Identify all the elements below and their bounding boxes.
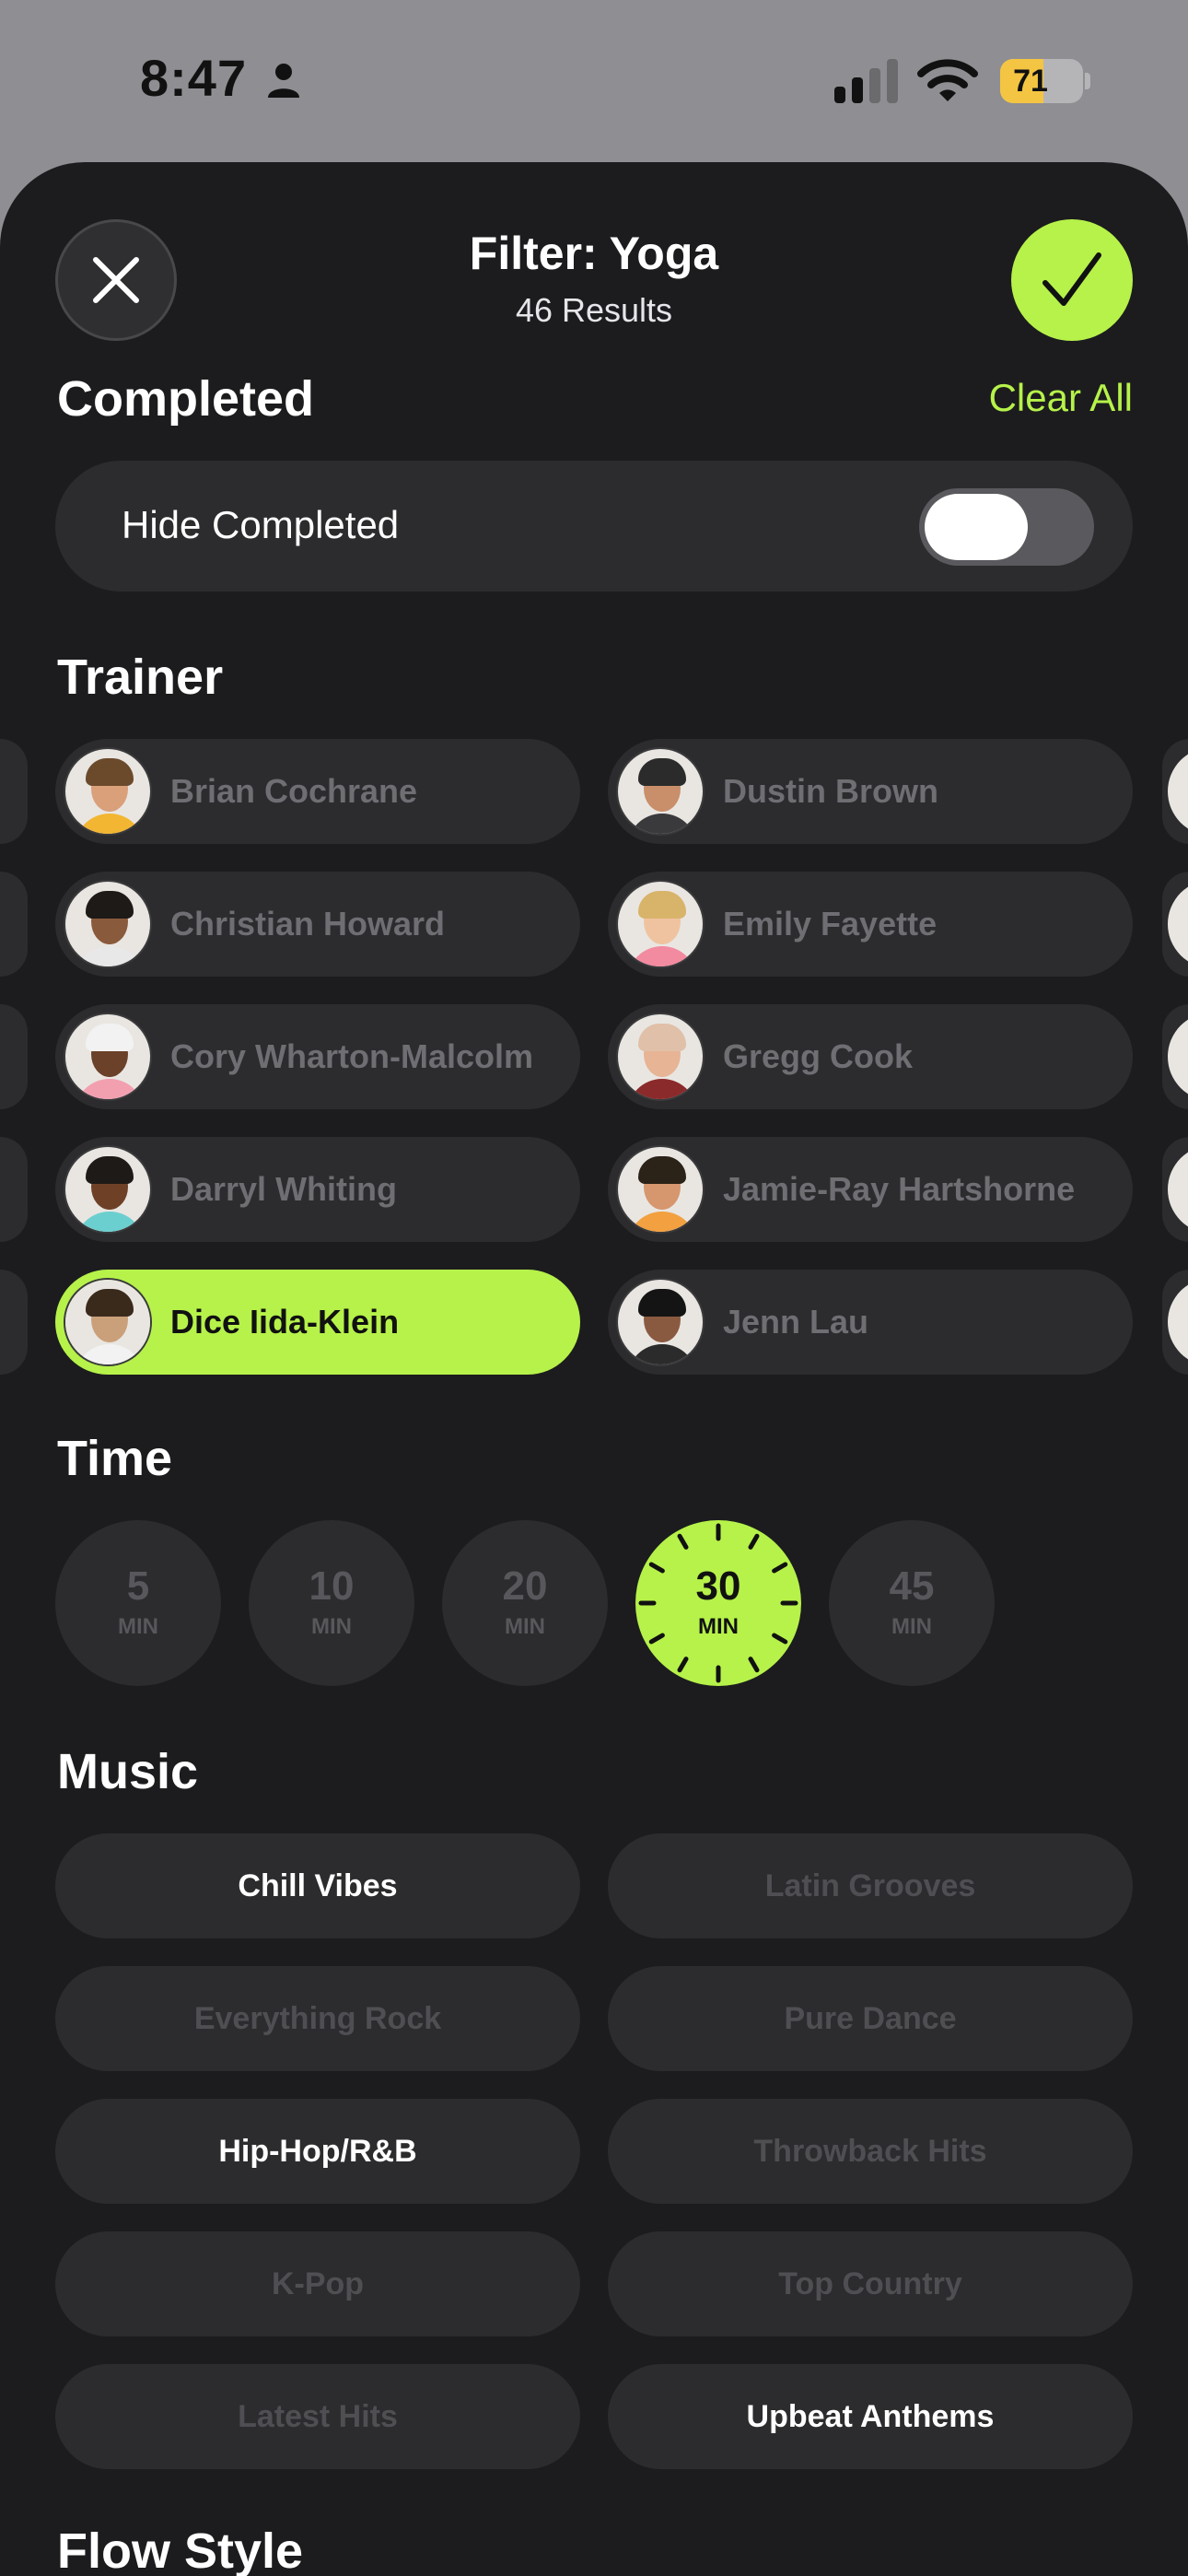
trainer-option-offscreen[interactable] — [1162, 1137, 1188, 1242]
trainer-option-offscreen[interactable] — [0, 1270, 28, 1375]
music-option[interactable]: Hip-Hop/R&B — [55, 2099, 580, 2204]
time-value: 10 — [309, 1563, 355, 1609]
time-unit: MIN — [505, 1614, 545, 1639]
time-value: 45 — [889, 1563, 935, 1609]
time-option-45[interactable]: 45 MIN — [829, 1520, 995, 1686]
filter-sheet: Filter: Yoga 46 Results Completed Clear … — [0, 162, 1188, 2576]
avatar — [616, 1278, 705, 1366]
hide-completed-row: Hide Completed — [55, 461, 1133, 591]
trainer-name: Gregg Cook — [723, 1037, 914, 1075]
trainer-option-offscreen[interactable] — [0, 1137, 28, 1242]
battery-percent: 71 — [1013, 64, 1048, 99]
checkmark-icon — [1042, 252, 1101, 306]
trainer-option-offscreen[interactable] — [1162, 739, 1188, 844]
time-unit: MIN — [311, 1614, 352, 1639]
music-option[interactable]: Latest Hits — [55, 2364, 580, 2469]
time-value: 20 — [502, 1563, 548, 1609]
trainer-option-offscreen[interactable] — [0, 872, 28, 977]
music-option[interactable]: Upbeat Anthems — [608, 2364, 1133, 2469]
trainer-name: Cory Wharton-Malcolm — [170, 1037, 534, 1075]
clear-all-button[interactable]: Clear All — [989, 376, 1133, 420]
music-option[interactable]: K-Pop — [55, 2231, 580, 2336]
trainer-name: Jamie-Ray Hartshorne — [723, 1170, 1076, 1208]
battery-indicator: 71 — [1000, 59, 1090, 103]
trainer-option-offscreen[interactable] — [0, 1004, 28, 1109]
music-option[interactable]: Pure Dance — [608, 1966, 1133, 2071]
time-option-10[interactable]: 10 MIN — [249, 1520, 414, 1686]
avatar — [616, 1145, 705, 1234]
music-option[interactable]: Top Country — [608, 2231, 1133, 2336]
avatar — [64, 1145, 152, 1234]
trainer-option[interactable]: Cory Wharton-Malcolm — [55, 1004, 580, 1109]
trainer-option[interactable]: Dice Iida-Klein — [55, 1270, 580, 1375]
results-count: 46 Results — [515, 291, 673, 329]
avatar — [64, 880, 152, 968]
time-value: 5 — [126, 1563, 150, 1609]
section-title-music: Music — [57, 1744, 199, 1799]
hide-completed-toggle[interactable] — [919, 488, 1094, 566]
trainer-option[interactable]: Dustin Brown — [608, 739, 1133, 844]
trainer-option-offscreen[interactable] — [0, 739, 28, 844]
trainer-option-offscreen[interactable] — [1162, 1004, 1188, 1109]
status-bar: 8:47 71 — [0, 0, 1188, 162]
trainer-name: Dustin Brown — [723, 772, 938, 810]
trainer-option[interactable]: Christian Howard — [55, 872, 580, 977]
trainer-option[interactable]: Gregg Cook — [608, 1004, 1133, 1109]
music-option[interactable]: Chill Vibes — [55, 1833, 580, 1938]
section-title-time: Time — [57, 1431, 173, 1486]
trainer-option[interactable]: Jenn Lau — [608, 1270, 1133, 1375]
time-option-5[interactable]: 5 MIN — [55, 1520, 221, 1686]
section-title-completed: Completed — [57, 371, 315, 427]
cellular-signal-icon — [834, 59, 898, 103]
person-icon — [268, 64, 299, 98]
section-title-trainer: Trainer — [57, 650, 224, 705]
wifi-icon — [917, 59, 978, 101]
trainer-option[interactable]: Jamie-Ray Hartshorne — [608, 1137, 1133, 1242]
music-option[interactable]: Everything Rock — [55, 1966, 580, 2071]
trainer-name: Emily Fayette — [723, 905, 938, 943]
trainer-option[interactable]: Darryl Whiting — [55, 1137, 580, 1242]
trainer-option[interactable]: Brian Cochrane — [55, 739, 580, 844]
trainer-name: Dice Iida-Klein — [170, 1303, 400, 1341]
trainer-name: Darryl Whiting — [170, 1170, 398, 1208]
time-unit: MIN — [118, 1614, 158, 1639]
avatar — [64, 1013, 152, 1101]
avatar — [64, 1278, 152, 1366]
time-unit: MIN — [891, 1614, 932, 1639]
trainer-option[interactable]: Emily Fayette — [608, 872, 1133, 977]
time-option-20[interactable]: 20 MIN — [442, 1520, 608, 1686]
avatar — [64, 747, 152, 836]
music-option[interactable]: Throwback Hits — [608, 2099, 1133, 2204]
section-title-flow-style: Flow Style — [57, 2523, 304, 2576]
avatar — [616, 880, 705, 968]
trainer-name: Jenn Lau — [723, 1303, 869, 1341]
apply-button[interactable] — [1011, 219, 1133, 341]
time-option-30[interactable]: 30 MIN — [635, 1520, 801, 1686]
clock-ticks-icon — [638, 1523, 798, 1683]
page-title: Filter: Yoga — [469, 228, 719, 279]
trainer-option-offscreen[interactable] — [1162, 1270, 1188, 1375]
trainer-name: Brian Cochrane — [170, 772, 418, 810]
trainer-name: Christian Howard — [170, 905, 446, 943]
avatar — [616, 1013, 705, 1101]
hide-completed-label: Hide Completed — [122, 503, 400, 546]
toggle-knob — [925, 494, 1028, 560]
status-time: 8:47 — [140, 49, 248, 107]
avatar — [616, 747, 705, 836]
trainer-option-offscreen[interactable] — [1162, 872, 1188, 977]
music-option[interactable]: Latin Grooves — [608, 1833, 1133, 1938]
